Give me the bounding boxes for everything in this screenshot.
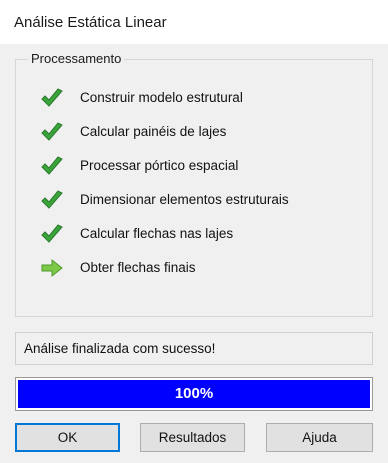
step-label: Calcular painéis de lajes xyxy=(80,124,227,139)
step-dimension-elements: Dimensionar elementos estruturais xyxy=(16,186,372,216)
checkmark-icon xyxy=(40,155,64,177)
checkmark-icon xyxy=(40,87,64,109)
help-button[interactable]: Ajuda xyxy=(266,423,373,452)
ok-button[interactable]: OK xyxy=(15,423,120,452)
results-button[interactable]: Resultados xyxy=(140,423,245,452)
progress-label: 100% xyxy=(174,385,214,402)
step-label: Construir modelo estrutural xyxy=(80,90,243,105)
step-slab-deflections: Calcular flechas nas lajes xyxy=(16,220,372,250)
window-title: Análise Estática Linear xyxy=(14,14,167,31)
group-title: Processamento xyxy=(28,51,125,66)
checkmark-icon xyxy=(40,223,64,245)
processing-group: Processamento Construir modelo estrutura… xyxy=(15,51,373,317)
dialog-body: Processamento Construir modelo estrutura… xyxy=(0,44,388,463)
status-box: Análise finalizada com sucesso! xyxy=(15,332,373,365)
progress-bar: 100% xyxy=(15,377,373,411)
progress-fill: 100% xyxy=(18,380,370,408)
checkmark-icon xyxy=(40,189,64,211)
step-build-model: Construir modelo estrutural xyxy=(16,84,372,114)
step-label: Processar pórtico espacial xyxy=(80,158,239,173)
checkmark-icon xyxy=(40,121,64,143)
step-slab-panels: Calcular painéis de lajes xyxy=(16,118,372,148)
step-label: Obter flechas finais xyxy=(80,260,196,275)
status-message: Análise finalizada com sucesso! xyxy=(24,341,216,356)
step-label: Calcular flechas nas lajes xyxy=(80,226,234,241)
arrow-right-icon xyxy=(40,257,64,279)
step-space-frame: Processar pórtico espacial xyxy=(16,152,372,182)
step-final-deflections: Obter flechas finais xyxy=(16,254,372,284)
step-label: Dimensionar elementos estruturais xyxy=(80,192,289,207)
